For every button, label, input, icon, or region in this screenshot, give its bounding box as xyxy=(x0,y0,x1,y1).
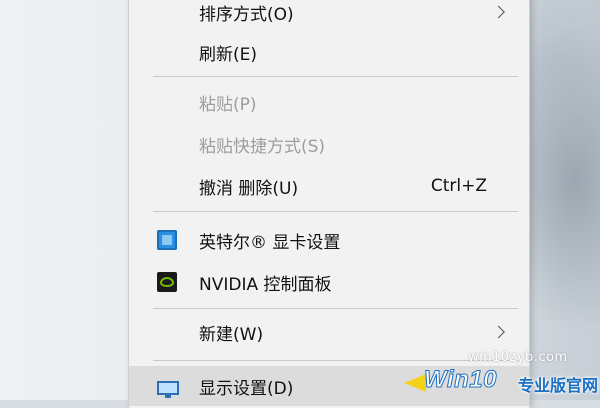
menu-item-label: NVIDIA 控制面板 xyxy=(199,274,332,295)
watermark-url: win10zyb.com xyxy=(468,350,568,365)
menu-item-refresh[interactable]: 刷新(E) xyxy=(129,32,529,72)
menu-item-paste[interactable]: 粘贴(P) xyxy=(129,82,529,122)
watermark-subtitle: 专业版官网 xyxy=(518,376,599,395)
menu-separator xyxy=(153,360,518,361)
menu-item-label: 显示设置(D) xyxy=(199,378,294,399)
arrow-left-icon xyxy=(404,374,426,392)
menu-item-label: 粘贴(P) xyxy=(199,94,257,115)
watermark-brand: Win10 xyxy=(424,366,497,394)
menu-item-label: 排序方式(O) xyxy=(199,4,294,25)
menu-item-label: 粘贴快捷方式(S) xyxy=(199,136,326,157)
menu-item-intel-graphics[interactable]: 英特尔® 显卡设置 xyxy=(129,220,529,260)
intel-graphics-icon xyxy=(157,230,177,250)
menu-item-nvidia-control-panel[interactable]: NVIDIA 控制面板 xyxy=(129,262,529,302)
menu-item-shortcut: Ctrl+Z xyxy=(430,176,487,196)
menu-item-sort-by[interactable]: 排序方式(O) xyxy=(129,0,529,32)
context-menu: 排序方式(O) 刷新(E) 粘贴(P) 粘贴快捷方式(S) 撤消 删除(U) C… xyxy=(128,0,530,408)
chevron-right-icon xyxy=(492,325,505,339)
nvidia-icon xyxy=(157,272,177,292)
display-icon xyxy=(157,381,179,398)
menu-item-label: 刷新(E) xyxy=(199,44,258,65)
menu-item-label: 新建(W) xyxy=(199,324,264,345)
chevron-right-icon xyxy=(492,5,505,19)
menu-item-label: 撤消 删除(U) xyxy=(199,178,299,199)
menu-separator xyxy=(153,308,518,309)
menu-separator xyxy=(153,211,518,212)
menu-item-label: 英特尔® 显卡设置 xyxy=(199,232,341,253)
menu-item-paste-shortcut[interactable]: 粘贴快捷方式(S) xyxy=(129,124,529,164)
menu-item-new[interactable]: 新建(W) xyxy=(129,312,529,352)
menu-item-undo-delete[interactable]: 撤消 删除(U) Ctrl+Z xyxy=(129,166,529,206)
menu-separator xyxy=(153,76,518,77)
watermark-logo: Win10 专业版官网 xyxy=(404,366,600,400)
